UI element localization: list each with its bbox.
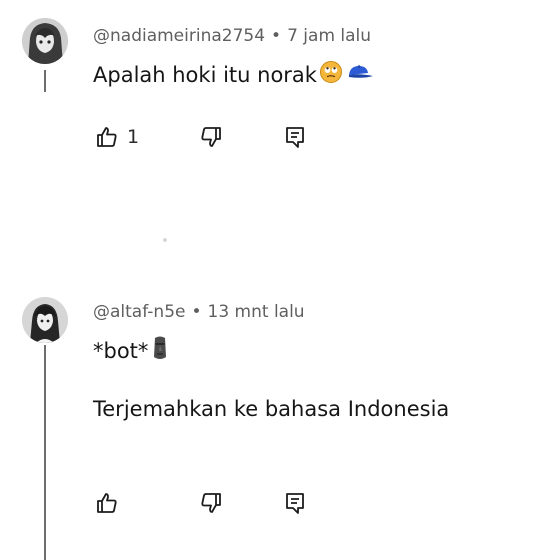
comment-text-row: *bot* (93, 335, 170, 366)
comment-item: @nadiameirina2754 • 7 jam lalu Apalah hoki… (0, 0, 560, 180)
thumbs-down-icon (201, 493, 221, 513)
like-count: 1 (127, 126, 140, 148)
avatar[interactable] (22, 18, 68, 64)
dislike-button[interactable] (197, 123, 225, 151)
reply-button[interactable] (281, 489, 309, 517)
dislike-button[interactable] (197, 489, 225, 517)
comment-actions (93, 488, 309, 518)
separator: • (191, 302, 202, 322)
reply-icon (286, 493, 304, 514)
thread-line (44, 345, 46, 560)
comment-text-row: Apalah hoki itu norak (93, 60, 375, 89)
separator: • (271, 26, 282, 46)
comment-text: *bot* (93, 338, 149, 363)
reply-button[interactable] (281, 123, 309, 151)
comment-meta: @altaf-n5e • 13 mnt lalu (93, 302, 305, 322)
thumbs-up-icon (97, 493, 117, 513)
like-button[interactable] (93, 489, 121, 517)
thumbs-down-icon (201, 127, 221, 147)
username[interactable]: @nadiameirina2754 (93, 26, 265, 46)
username[interactable]: @altaf-n5e (93, 302, 185, 322)
moai-icon (150, 335, 170, 366)
timestamp: 7 jam lalu (287, 26, 372, 46)
blue-cap-icon (345, 62, 375, 87)
translate-link[interactable]: Terjemahkan ke bahasa Indonesia (93, 397, 449, 421)
like-button[interactable] (93, 123, 121, 151)
comment-item: @altaf-n5e • 13 mnt lalu *bot* Terjemahkan… (0, 283, 560, 560)
comment-meta: @nadiameirina2754 • 7 jam lalu (93, 26, 371, 46)
timestamp: 13 mnt lalu (207, 302, 305, 322)
avatar[interactable] (22, 297, 68, 343)
comment-text: Apalah hoki itu norak (93, 62, 317, 87)
comment-actions: 1 (93, 122, 309, 152)
reply-icon (286, 127, 304, 148)
rolling-eyes-face-icon (319, 60, 343, 89)
image-noise-dot (163, 238, 167, 242)
thumbs-up-icon (97, 127, 117, 147)
thread-line (44, 70, 46, 92)
